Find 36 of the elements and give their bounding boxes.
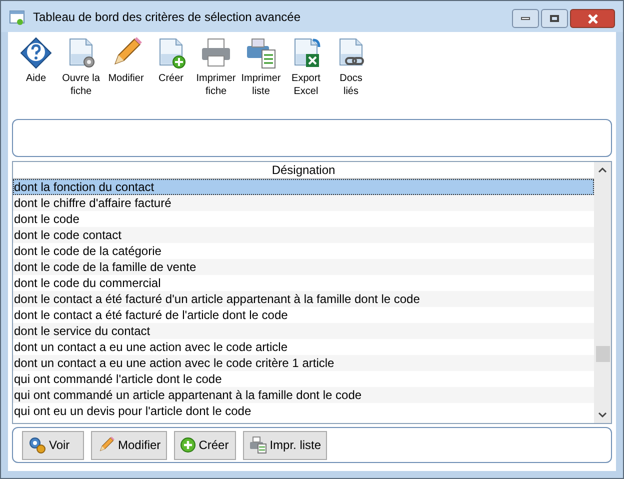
action-button[interactable]: Impr. liste (242, 430, 328, 460)
toolbar-button[interactable]: Imprimer fiche (196, 36, 236, 116)
list-row[interactable]: qui ont commandé un article appartenant à la famille dont le code (13, 387, 594, 403)
list-row[interactable]: dont le service du contact (13, 323, 594, 339)
list-row[interactable]: dont un contact a eu une action avec le code critère 1 article (13, 355, 594, 371)
toolbar-button[interactable]: Imprimer liste (241, 36, 281, 116)
window-title: Tableau de bord des critères de sélection avancée (33, 8, 302, 26)
scroll-down-icon[interactable] (598, 412, 607, 418)
toolbar-button[interactable]: Aide (16, 36, 56, 116)
scroll-up-icon[interactable] (598, 167, 607, 173)
list-row[interactable]: dont le code contact (13, 227, 594, 243)
toolbar-button[interactable]: Modifier (106, 36, 146, 116)
action-button[interactable]: Créer (174, 430, 236, 460)
list-row[interactable]: dont le contact a été facturé d'un article appartenant à la famille dont le code (13, 291, 594, 307)
printer-list-icon (244, 36, 278, 70)
pencil-icon (97, 436, 115, 454)
maximize-button[interactable] (541, 9, 568, 28)
window-icon (9, 8, 25, 24)
list-row[interactable]: dont le chiffre d'affaire facturé (13, 195, 594, 211)
toolbar-button[interactable]: Export Excel (286, 36, 326, 116)
list-row[interactable]: dont la fonction du contact (13, 179, 594, 195)
scrollbar-thumb[interactable] (596, 346, 610, 362)
close-icon (586, 14, 598, 24)
list-row[interactable]: dont le code de la famille de vente (13, 259, 594, 275)
toolbar-button[interactable]: Docs liés (331, 36, 371, 116)
toolbar-button[interactable]: Ouvre la fiche (61, 36, 101, 116)
help-icon (19, 36, 53, 70)
action-button[interactable]: Voir (22, 430, 84, 460)
minimize-button[interactable] (512, 9, 539, 28)
gears-icon (28, 436, 46, 454)
plus-icon (180, 437, 196, 453)
scrollbar[interactable] (594, 162, 611, 423)
printer-icon (248, 436, 267, 454)
close-button[interactable] (570, 9, 615, 28)
toolbar-button[interactable]: Créer (151, 36, 191, 116)
action-button[interactable]: Modifier (91, 430, 167, 460)
